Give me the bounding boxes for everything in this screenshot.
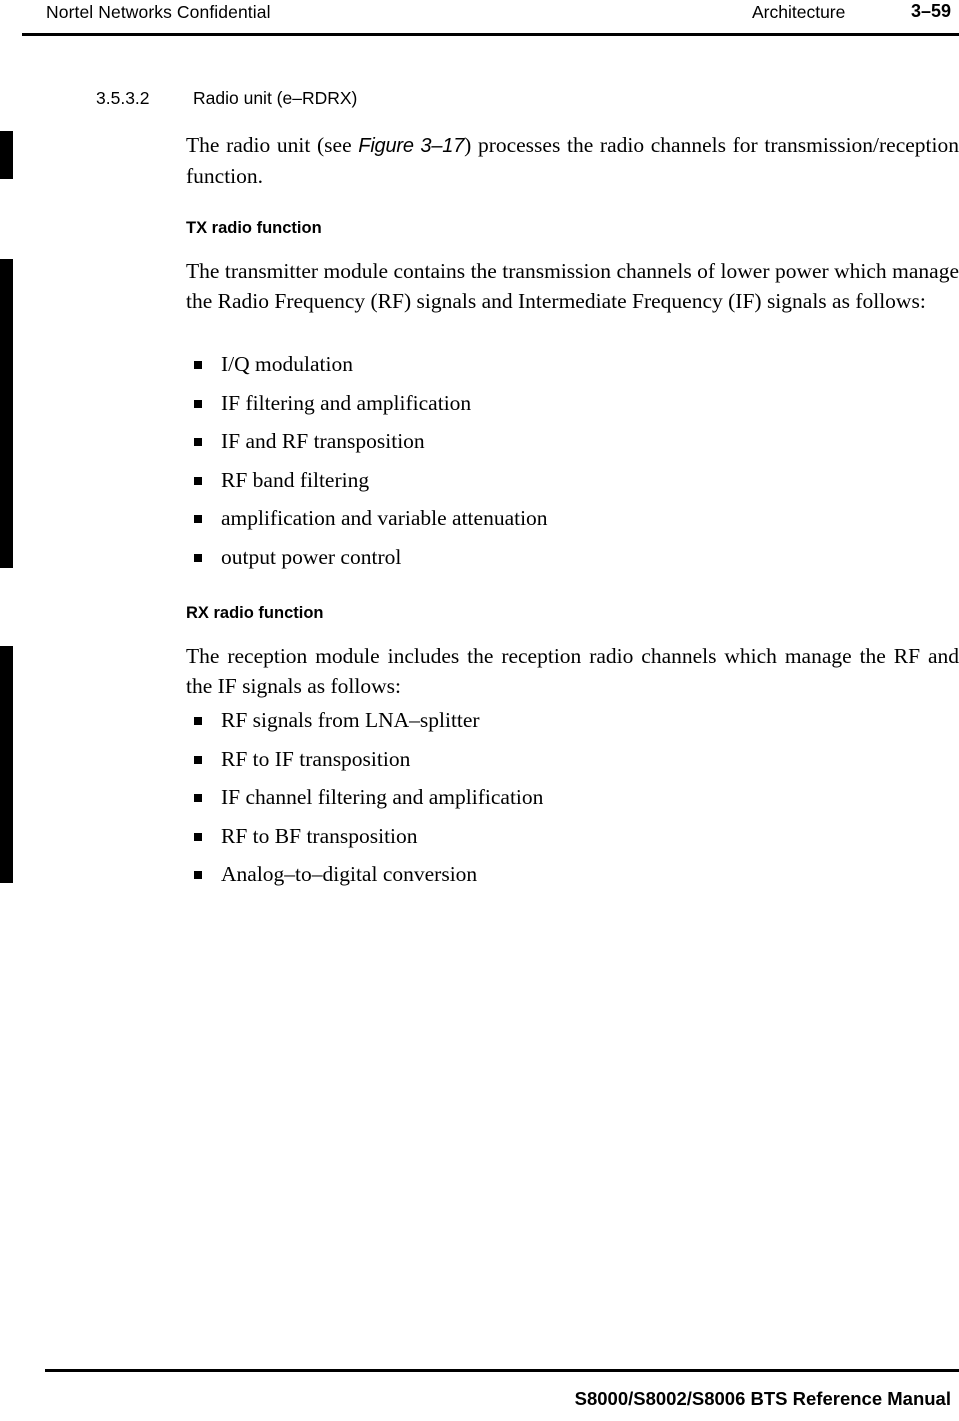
list-item: RF to BF transposition (186, 822, 886, 861)
square-bullet-icon (194, 832, 202, 841)
square-bullet-icon (194, 361, 202, 369)
rx-radio-function-heading: RX radio function (186, 604, 324, 622)
list-item-label: RF to IF transposition (221, 746, 411, 771)
figure-cross-reference[interactable]: Figure 3–17 (358, 135, 464, 157)
list-item-label: output power control (221, 544, 402, 569)
section-number: 3.5.3.2 (96, 88, 150, 108)
section-title: Radio unit (e–RDRX) (193, 88, 358, 108)
document-page: Nortel Networks Confidential Architectur… (0, 0, 959, 1421)
list-item: IF and RF transposition (186, 427, 886, 466)
list-item-label: RF signals from LNA–splitter (221, 708, 480, 732)
tx-bullet-list: I/Q modulation IF filtering and amplific… (186, 350, 886, 581)
list-item: RF signals from LNA–splitter (186, 706, 886, 745)
tx-paragraph: The transmitter module contains the tran… (186, 259, 959, 313)
chapter-title: Architecture (752, 2, 846, 22)
list-item: I/Q modulation (186, 350, 886, 389)
change-bar (0, 259, 13, 568)
list-item-label: Analog–to–digital conversion (221, 862, 478, 886)
square-bullet-icon (194, 755, 202, 764)
list-item-label: I/Q modulation (221, 352, 353, 376)
intro-text-before: The radio unit (see (186, 133, 359, 157)
list-item: IF channel filtering and amplification (186, 783, 886, 822)
square-bullet-icon (194, 794, 202, 802)
list-item: IF filtering and amplification (186, 389, 886, 428)
list-item: output power control (186, 543, 886, 582)
list-item: RF band filtering (186, 466, 886, 505)
rx-bullet-list: RF signals from LNA–splitter RF to IF tr… (186, 706, 886, 899)
square-bullet-icon (194, 515, 202, 523)
list-item-label: IF filtering and amplification (221, 390, 472, 415)
list-item: RF to IF transposition (186, 745, 886, 784)
confidential-label: Nortel Networks Confidential (46, 2, 271, 22)
list-item-label: IF and RF transposition (221, 429, 425, 453)
section-heading: 3.5.3.2 Radio unit (e–RDRX) (96, 88, 896, 109)
header-rule (22, 33, 959, 36)
change-bar (0, 646, 13, 883)
square-bullet-icon (194, 476, 202, 485)
page-number: 3–59 (910, 1, 951, 21)
list-item-label: RF to BF transposition (221, 823, 418, 848)
tx-radio-function-heading: TX radio function (186, 219, 322, 237)
list-item: Analog–to–digital conversion (186, 860, 886, 899)
list-item: amplification and variable attenuation (186, 504, 886, 543)
square-bullet-icon (194, 438, 202, 446)
page-header: Nortel Networks Confidential Architectur… (0, 0, 959, 30)
manual-title: S8000/S8002/S8006 BTS Reference Manual (574, 1388, 951, 1409)
change-bar (0, 131, 13, 179)
intro-paragraph: The radio unit (see Figure 3–17) process… (186, 130, 959, 191)
square-bullet-icon (194, 717, 202, 725)
square-bullet-icon (194, 553, 202, 562)
list-item-label: RF band filtering (221, 467, 370, 492)
footer-rule (45, 1369, 959, 1372)
rx-paragraph: The reception module includes the recept… (186, 644, 959, 698)
square-bullet-icon (194, 399, 202, 408)
square-bullet-icon (194, 871, 202, 879)
list-item-label: IF channel filtering and amplification (221, 785, 544, 809)
list-item-label: amplification and variable attenuation (221, 506, 548, 530)
